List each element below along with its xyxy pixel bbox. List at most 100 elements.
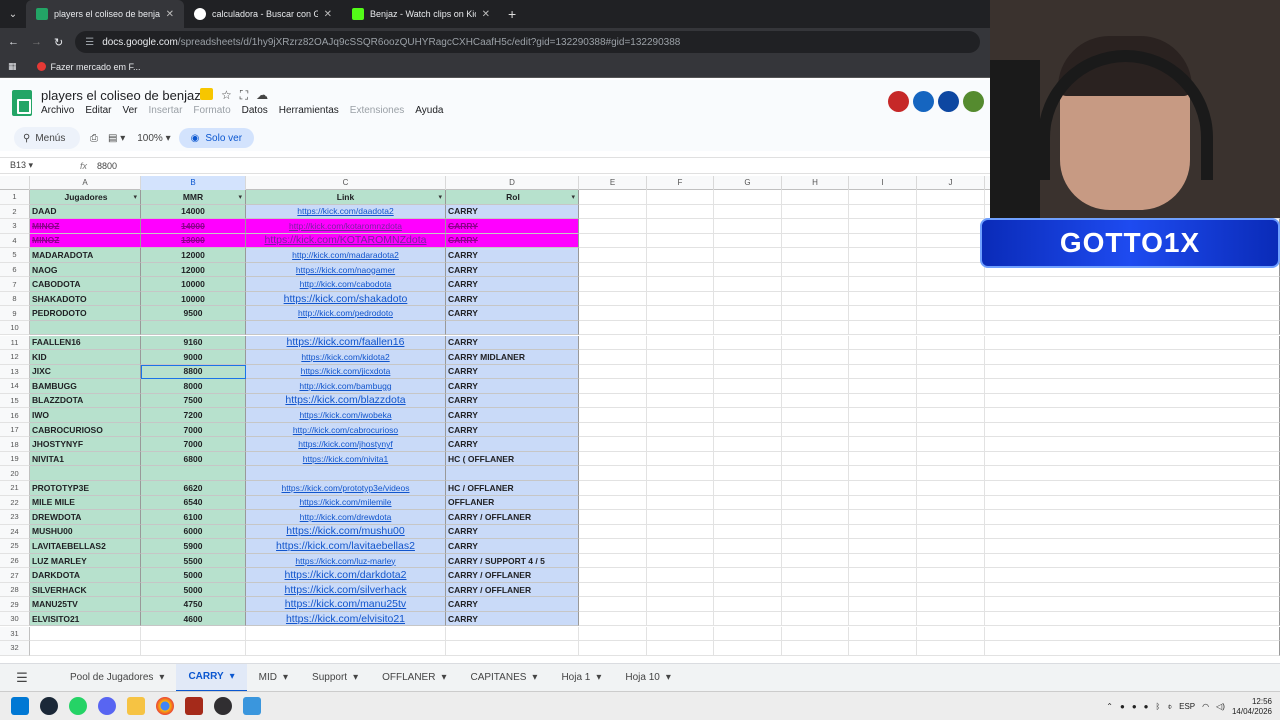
- empty-cell[interactable]: [849, 539, 917, 554]
- kick-link[interactable]: https://kick.com/nivita1: [246, 451, 446, 467]
- row-number[interactable]: 2: [0, 204, 30, 220]
- empty-cell[interactable]: [917, 233, 985, 249]
- reload-icon[interactable]: ↻: [54, 36, 63, 49]
- empty-cell[interactable]: [917, 611, 985, 627]
- empty-cell[interactable]: [917, 553, 985, 569]
- header-jugadores[interactable]: Jugadores ▾: [30, 190, 141, 205]
- empty-cell[interactable]: [647, 306, 714, 321]
- kick-link[interactable]: [246, 466, 446, 481]
- row-number[interactable]: 29: [0, 597, 30, 612]
- role-cell[interactable]: CARRY: [446, 597, 579, 612]
- empty-cell[interactable]: [985, 364, 1280, 380]
- role-cell[interactable]: CARRY: [446, 422, 579, 438]
- folder-icon[interactable]: [200, 88, 213, 100]
- tray-app-icon[interactable]: ●: [1120, 702, 1125, 711]
- empty-cell[interactable]: [647, 219, 714, 234]
- sheet-tab-capitanes[interactable]: CAPITANES ▾: [458, 664, 549, 692]
- empty-cell[interactable]: [579, 350, 647, 365]
- empty-cell[interactable]: [917, 466, 985, 481]
- player-name-cell[interactable]: CABROCURIOSO: [30, 422, 141, 438]
- empty-cell[interactable]: [246, 626, 446, 642]
- player-name-cell[interactable]: LAVITAEBELLAS2: [30, 539, 141, 554]
- empty-cell[interactable]: [849, 291, 917, 307]
- kick-link[interactable]: http://kick.com/cabodota: [246, 277, 446, 292]
- empty-cell[interactable]: [849, 335, 917, 351]
- chevron-down-icon[interactable]: ▾: [159, 672, 164, 683]
- column-header-f[interactable]: F: [647, 176, 714, 190]
- kick-link[interactable]: https://kick.com/mushu00: [246, 524, 446, 540]
- empty-cell[interactable]: [714, 466, 782, 481]
- empty-cell[interactable]: [782, 248, 849, 263]
- mmr-cell[interactable]: 7200: [141, 408, 246, 423]
- player-name-cell[interactable]: MINOZ: [30, 219, 141, 234]
- empty-cell[interactable]: [647, 204, 714, 220]
- url-input[interactable]: ☰ docs.google.com/spreadsheets/d/1hy9jXR…: [75, 31, 980, 53]
- kick-link[interactable]: https://kick.com/naogamer: [246, 262, 446, 278]
- empty-cell[interactable]: [849, 553, 917, 569]
- kick-link[interactable]: http://kick.com/bambugg: [246, 379, 446, 394]
- menu-extensiones[interactable]: Extensiones: [350, 105, 404, 116]
- empty-cell[interactable]: [782, 408, 849, 423]
- empty-cell[interactable]: [647, 641, 714, 656]
- empty-cell[interactable]: [446, 641, 579, 656]
- row-number[interactable]: 6: [0, 262, 30, 278]
- empty-cell[interactable]: [917, 437, 985, 452]
- empty-cell[interactable]: [579, 597, 647, 612]
- document-title[interactable]: players el coliseo de benjaz: [41, 88, 201, 103]
- kick-link[interactable]: https://kick.com/daadota2: [246, 204, 446, 220]
- empty-cell[interactable]: [985, 379, 1280, 394]
- empty-cell[interactable]: [647, 568, 714, 583]
- menu-search[interactable]: ⚲ Menús: [14, 127, 80, 149]
- menu-insertar[interactable]: Insertar: [149, 105, 183, 116]
- empty-cell[interactable]: [985, 539, 1280, 554]
- empty-cell[interactable]: [917, 379, 985, 394]
- empty-cell[interactable]: [782, 641, 849, 656]
- empty-cell[interactable]: [714, 291, 782, 307]
- empty-cell[interactable]: [917, 539, 985, 554]
- empty-cell[interactable]: [714, 451, 782, 467]
- empty-cell[interactable]: [714, 510, 782, 525]
- empty-cell[interactable]: [782, 611, 849, 627]
- empty-cell[interactable]: [246, 641, 446, 656]
- column-header-c[interactable]: C: [246, 176, 446, 190]
- row-number[interactable]: 8: [0, 291, 30, 307]
- empty-cell[interactable]: [782, 204, 849, 220]
- player-name-cell[interactable]: MINOZ: [30, 233, 141, 249]
- empty-cell[interactable]: [141, 626, 246, 642]
- sheet-tab-support[interactable]: Support ▾: [300, 664, 370, 692]
- role-cell[interactable]: CARRY: [446, 539, 579, 554]
- role-cell[interactable]: [446, 320, 579, 336]
- mmr-cell[interactable]: 9500: [141, 306, 246, 321]
- player-name-cell[interactable]: DAAD: [30, 204, 141, 220]
- empty-cell[interactable]: [579, 335, 647, 351]
- mmr-cell[interactable]: 12000: [141, 248, 246, 263]
- empty-cell[interactable]: [782, 466, 849, 481]
- close-icon[interactable]: ✕: [324, 9, 332, 20]
- empty-cell[interactable]: [917, 190, 985, 205]
- empty-cell[interactable]: [849, 451, 917, 467]
- empty-cell[interactable]: [579, 466, 647, 481]
- menu-herramientas[interactable]: Herramientas: [279, 105, 339, 116]
- empty-cell[interactable]: [714, 568, 782, 583]
- empty-cell[interactable]: [782, 262, 849, 278]
- empty-cell[interactable]: [849, 611, 917, 627]
- sheet-tab-pool-de-jugadores[interactable]: Pool de Jugadores ▾: [58, 664, 176, 692]
- clock[interactable]: 12:56 14/04/2026: [1232, 697, 1272, 717]
- empty-cell[interactable]: [579, 568, 647, 583]
- empty-cell[interactable]: [917, 582, 985, 598]
- empty-cell[interactable]: [647, 553, 714, 569]
- empty-cell[interactable]: [782, 320, 849, 336]
- empty-cell[interactable]: [579, 422, 647, 438]
- column-header-a[interactable]: A: [30, 176, 141, 190]
- empty-cell[interactable]: [579, 582, 647, 598]
- empty-cell[interactable]: [985, 422, 1280, 438]
- empty-cell[interactable]: [647, 495, 714, 511]
- empty-cell[interactable]: [647, 350, 714, 365]
- empty-cell[interactable]: [579, 641, 647, 656]
- column-header-e[interactable]: E: [579, 176, 647, 190]
- role-cell[interactable]: [446, 466, 579, 481]
- mmr-cell[interactable]: [141, 320, 246, 336]
- mmr-cell[interactable]: 7000: [141, 437, 246, 452]
- empty-cell[interactable]: [849, 393, 917, 409]
- kick-link[interactable]: https://kick.com/jicxdota: [246, 364, 446, 380]
